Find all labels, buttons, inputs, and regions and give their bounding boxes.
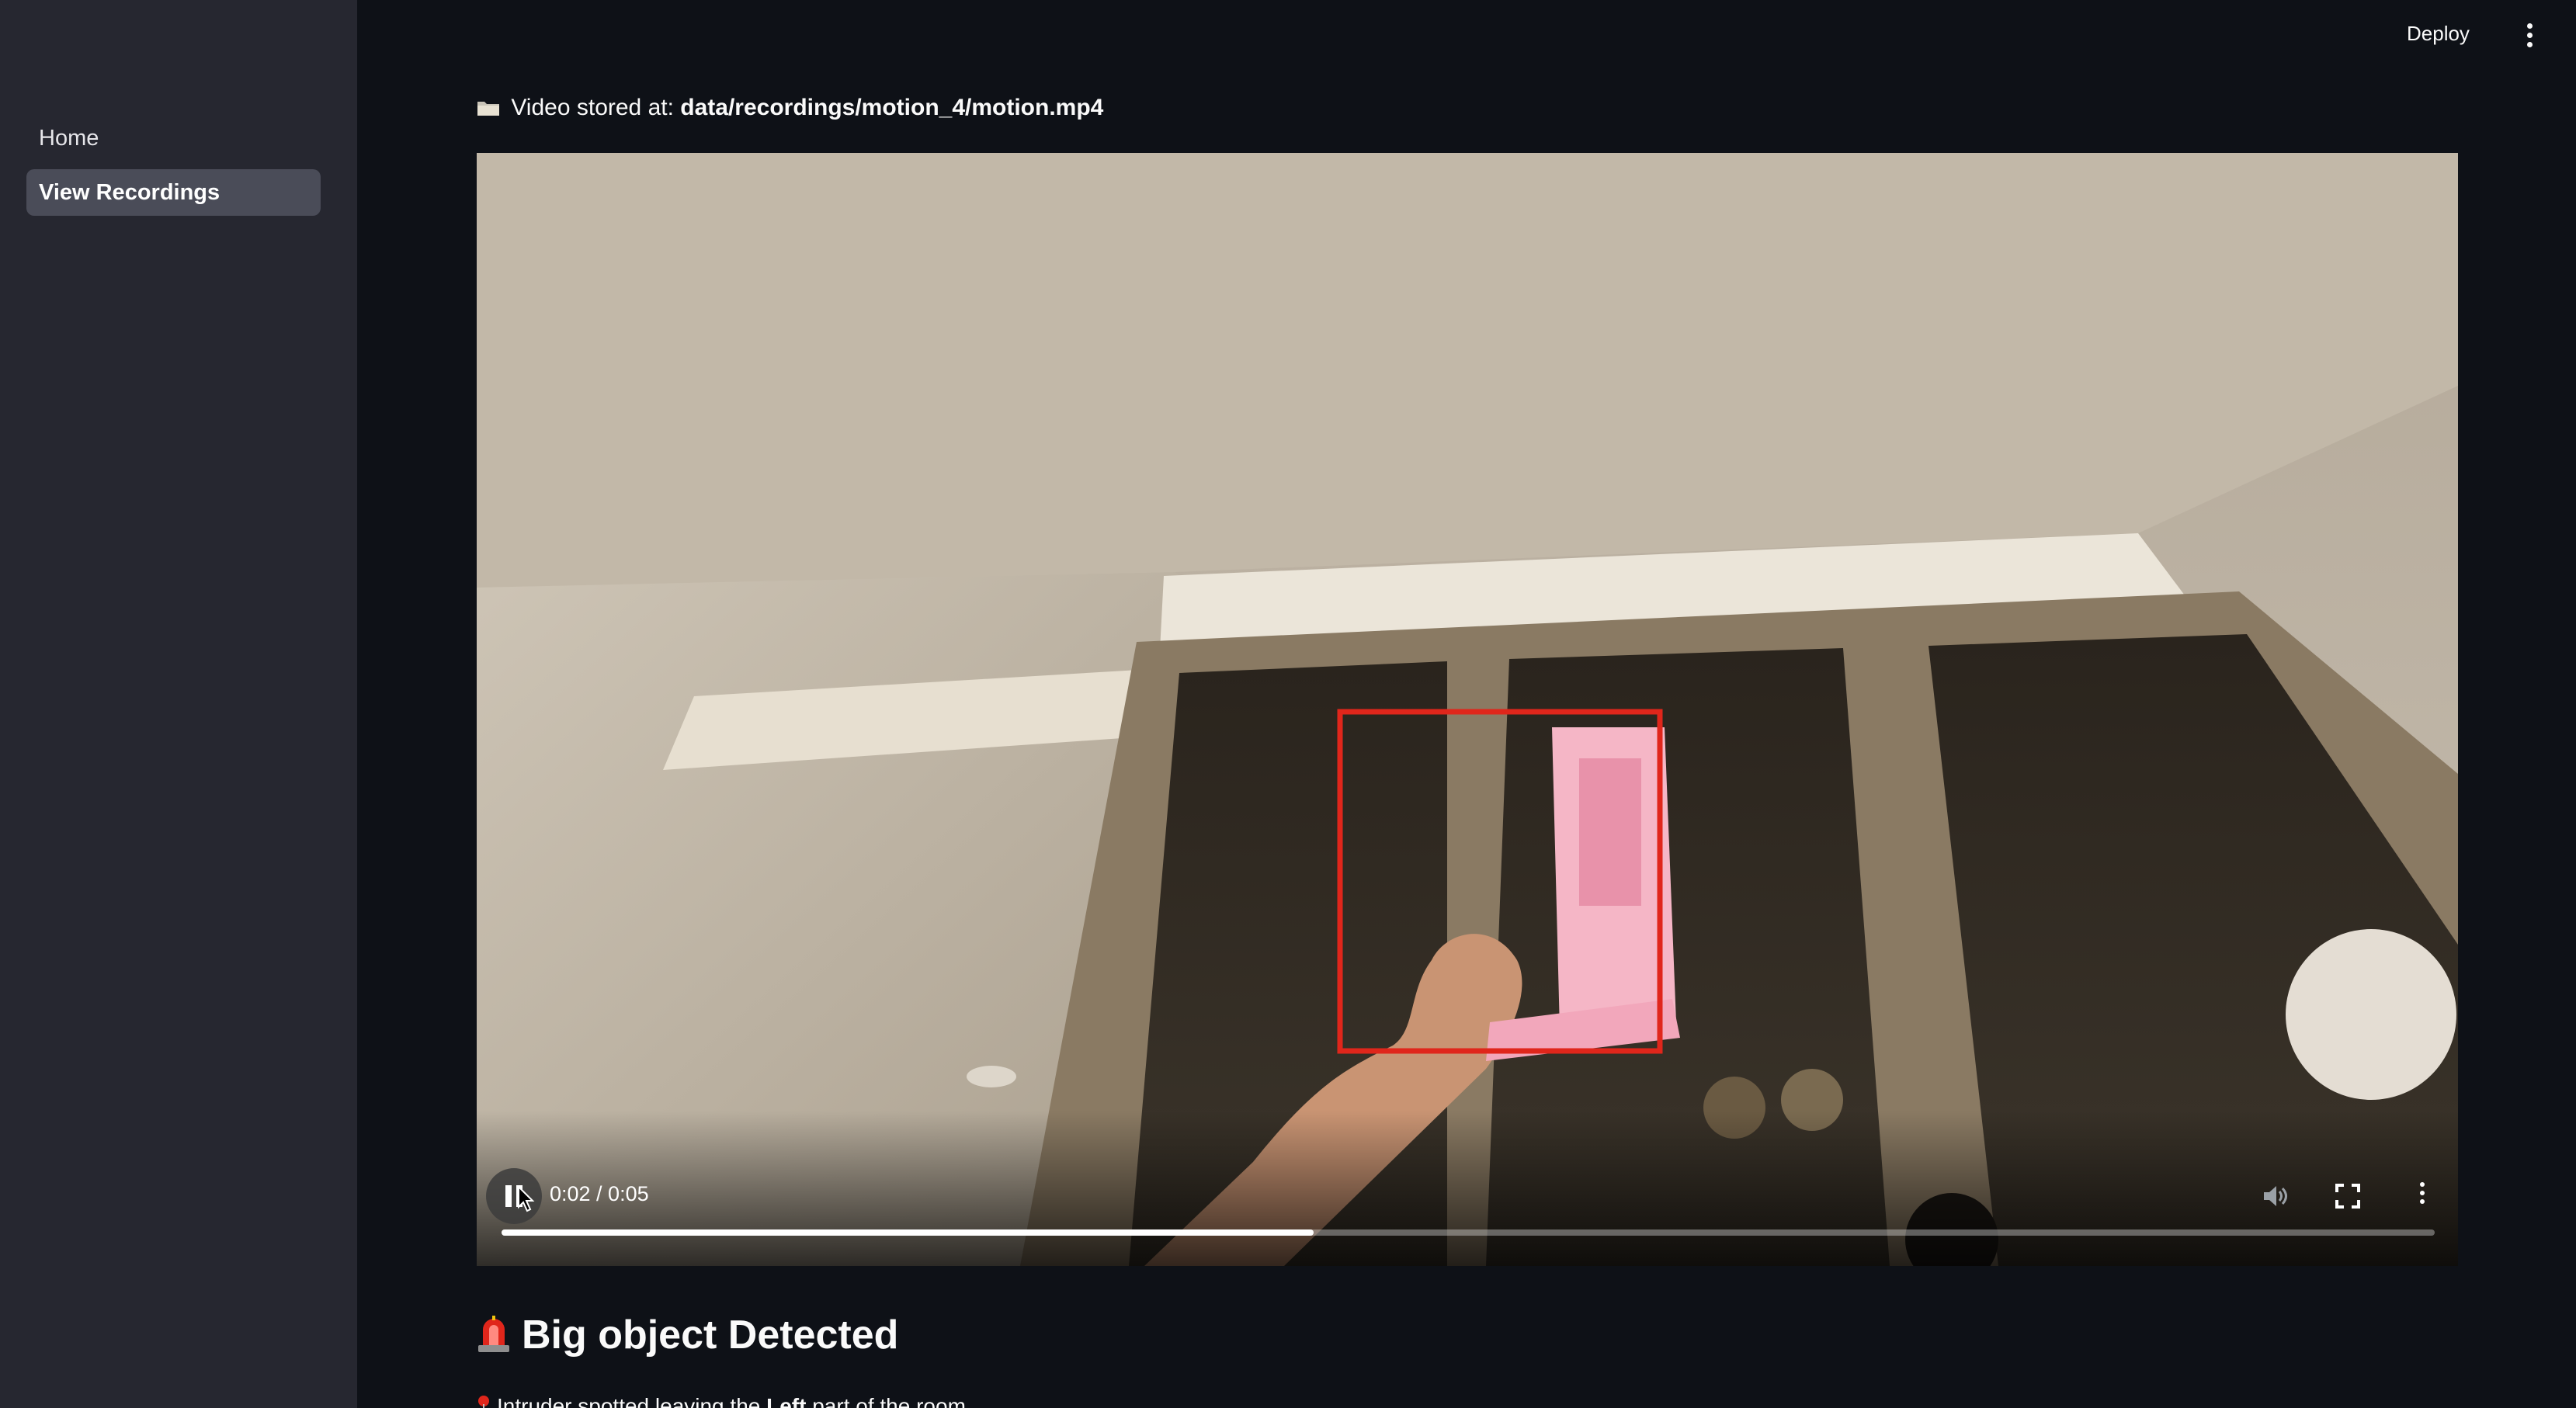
storage-path: data/recordings/motion_4/motion.mp4 [680, 95, 1104, 120]
storage-info: Video stored at: data/recordings/motion_… [477, 95, 1103, 121]
deploy-button[interactable]: Deploy [2407, 22, 2470, 46]
video-player[interactable]: 0:02 / 0:05 [477, 153, 2458, 1266]
video-frame [477, 153, 2458, 1266]
mouse-cursor-icon [518, 1185, 535, 1212]
main-menu-icon[interactable] [2520, 23, 2539, 54]
folder-icon [477, 96, 500, 116]
video-time-display: 0:02 / 0:05 [550, 1182, 649, 1205]
alert-detail-prefix: Intruder spotted leaving the [497, 1394, 767, 1408]
pause-icon [505, 1185, 512, 1207]
storage-prefix: Video stored at: [511, 95, 674, 120]
video-progress-bar[interactable] [502, 1229, 2435, 1236]
sidebar: Home View Recordings [0, 0, 357, 1408]
alert-heading: Big object Detected [477, 1312, 898, 1358]
fullscreen-icon[interactable] [2335, 1184, 2360, 1209]
alert-detail: Intruder spotted leaving the Left part o… [477, 1394, 966, 1408]
mute-icon[interactable] [2261, 1182, 2289, 1210]
alert-detail-bold: Left [766, 1394, 807, 1408]
pin-icon [478, 1396, 489, 1408]
video-progress-fill [502, 1229, 1314, 1236]
sidebar-nav: Home View Recordings [26, 115, 321, 224]
controls-overlay [477, 1111, 2458, 1266]
alert-heading-text: Big object Detected [522, 1313, 899, 1358]
siren-icon [477, 1314, 511, 1353]
alert-detail-suffix: part of the room [806, 1394, 966, 1408]
sidebar-item-view-recordings[interactable]: View Recordings [26, 169, 321, 216]
sidebar-item-home[interactable]: Home [26, 115, 321, 161]
more-options-icon[interactable] [2415, 1182, 2430, 1213]
